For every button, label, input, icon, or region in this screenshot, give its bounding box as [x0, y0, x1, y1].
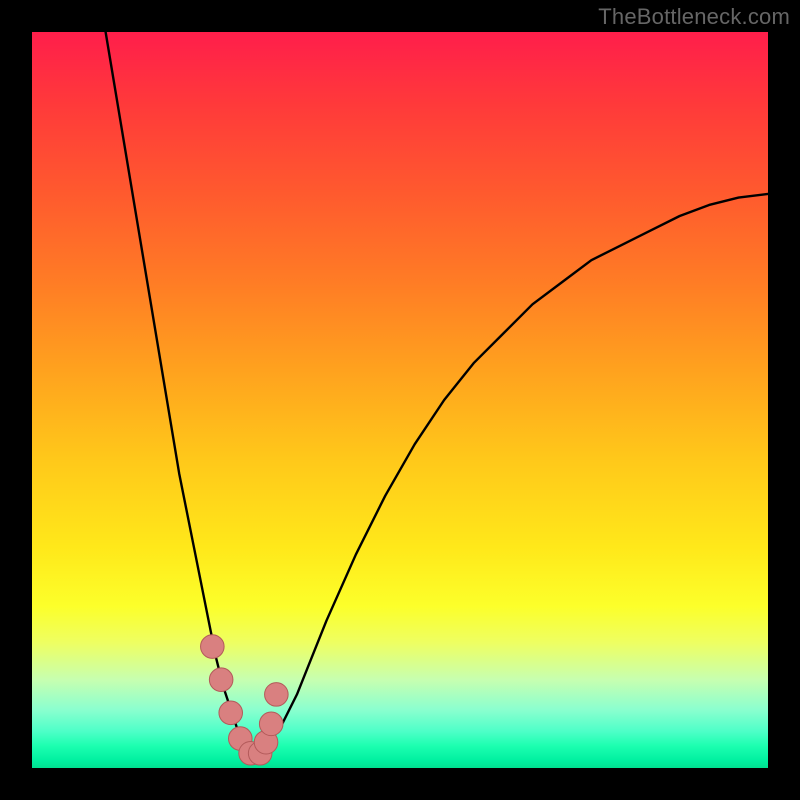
chart-frame: TheBottleneck.com: [0, 0, 800, 800]
watermark-text: TheBottleneck.com: [598, 4, 790, 30]
marker-dot: [219, 701, 243, 725]
marker-dot: [209, 668, 233, 692]
marker-dot: [259, 712, 283, 736]
marker-dot: [201, 635, 225, 659]
highlighted-range-markers: [201, 635, 289, 765]
marker-dot: [265, 683, 289, 707]
bottleneck-curve-svg: [32, 32, 768, 768]
plot-area: [32, 32, 768, 768]
